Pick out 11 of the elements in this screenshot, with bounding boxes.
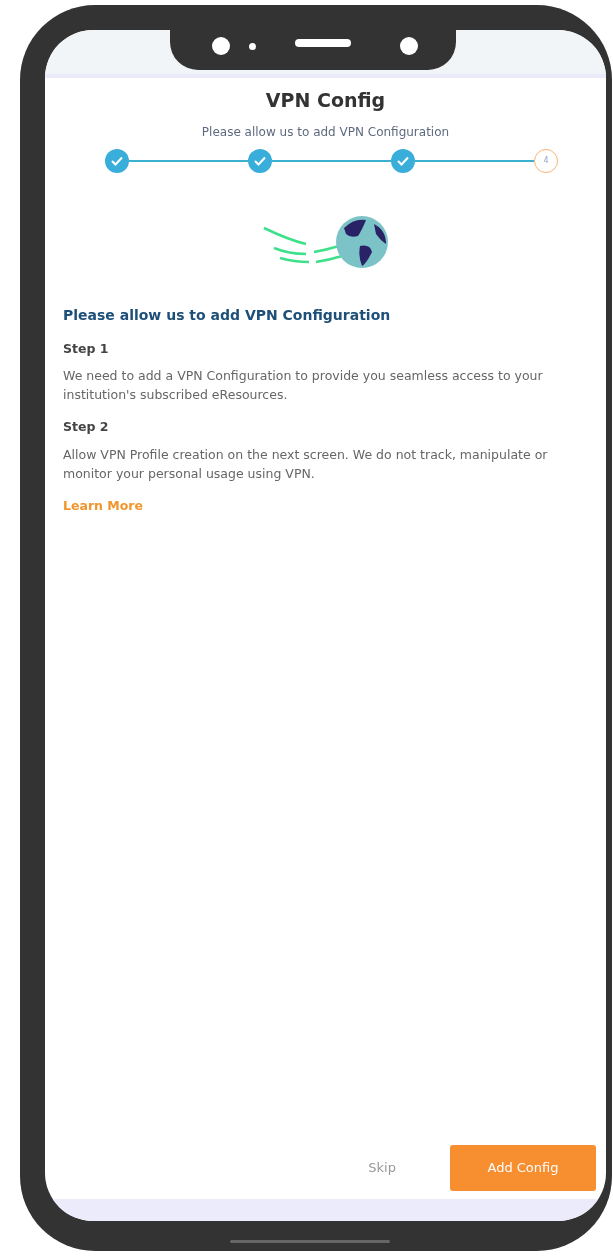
step-title: Step 1 — [63, 339, 110, 358]
step-description: We need to add a VPN Configuration to provide you seamless access to your institution's subscribed eResources. — [63, 367, 544, 405]
step-title: Step 2 — [63, 418, 110, 437]
learn-more-link[interactable]: Learn More — [63, 497, 143, 516]
add-config-button[interactable]: Add Config — [450, 1145, 596, 1191]
section-heading: Please allow us to add VPN Configuration — [63, 305, 392, 325]
skip-button[interactable]: Skip — [354, 1150, 410, 1186]
step-description: Allow VPN Profile creation on the next screen. We do not track, manipulate or monitor your personal usage using VPN. — [63, 446, 549, 483]
step-indicator: 4 — [534, 148, 558, 173]
page-subtitle: Please allow us to add VPN Configuration — [200, 123, 451, 141]
page-title: VPN Config — [264, 88, 387, 113]
